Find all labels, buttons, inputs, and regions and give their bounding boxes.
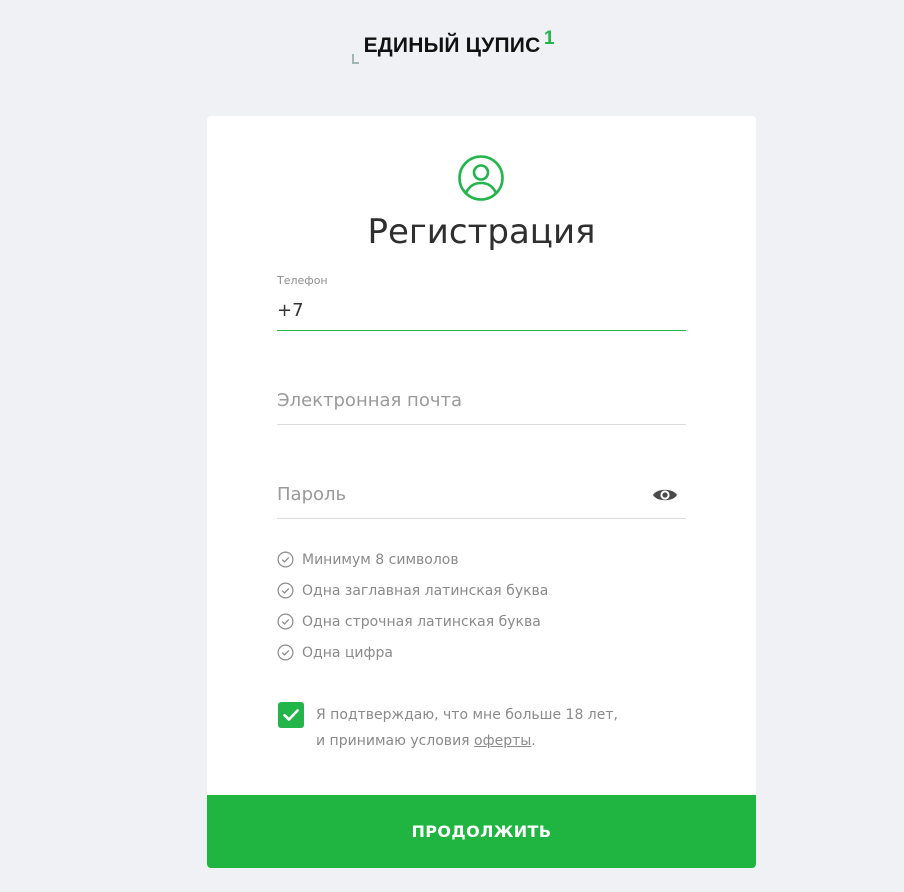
- agreement-line-2-suffix: .: [531, 733, 536, 749]
- password-field-group: [277, 478, 686, 520]
- registration-card: Регистрация Телефон +7 Электронная почта…: [207, 116, 756, 868]
- agreement-line-2-prefix: и принимаю условия: [316, 733, 475, 749]
- password-rule: Одна строчная латинская буква: [277, 606, 548, 637]
- check-circle-icon: [277, 582, 294, 599]
- password-underline: [277, 518, 686, 519]
- check-circle-icon: [277, 613, 294, 630]
- email-field-group: [277, 384, 686, 426]
- email-input[interactable]: [277, 386, 686, 414]
- password-rule-text: Минимум 8 символов: [302, 551, 459, 568]
- agreement-line-2: и принимаю условия оферты.: [316, 728, 618, 754]
- agreement-line-1: Я подтверждаю, что мне больше 18 лет,: [316, 707, 618, 723]
- password-rule: Одна заглавная латинская буква: [277, 575, 548, 606]
- offer-link[interactable]: оферты: [474, 733, 531, 749]
- checkmark-icon: [283, 709, 299, 721]
- registration-page: ЕДИНЫЙ ЦУПИС 1 Регистрация Телефон +7 Эл…: [0, 0, 904, 892]
- page-title: Регистрация: [367, 212, 596, 252]
- agreement-text: Я подтверждаю, что мне больше 18 лет, и …: [316, 702, 618, 754]
- logo: ЕДИНЫЙ ЦУПИС 1: [0, 28, 904, 74]
- check-circle-icon: [277, 551, 294, 568]
- logo-superscript: 1: [543, 28, 555, 49]
- continue-button[interactable]: ПРОДОЛЖИТЬ: [207, 795, 756, 868]
- password-rule: Минимум 8 символов: [277, 544, 548, 575]
- logo-bracket-icon: [351, 54, 359, 64]
- password-rule: Одна цифра: [277, 637, 548, 668]
- user-circle-icon: [458, 155, 504, 201]
- logo-mark: ЕДИНЫЙ ЦУПИС 1: [351, 28, 554, 64]
- eye-icon[interactable]: [652, 486, 678, 504]
- logo-text: ЕДИНЫЙ ЦУПИС: [363, 34, 541, 57]
- password-input[interactable]: [277, 480, 637, 508]
- email-underline: [277, 424, 686, 425]
- password-rule-text: Одна цифра: [302, 644, 393, 661]
- agreement-checkbox[interactable]: [278, 702, 304, 728]
- phone-underline: [277, 330, 686, 331]
- password-rules: Минимум 8 символов Одна заглавная латинс…: [277, 544, 548, 668]
- password-rule-text: Одна заглавная латинская буква: [302, 582, 549, 599]
- phone-field-group: Телефон: [277, 274, 686, 332]
- password-rule-text: Одна строчная латинская буква: [302, 613, 541, 630]
- check-circle-icon: [277, 644, 294, 661]
- phone-input[interactable]: [277, 297, 686, 323]
- phone-label: Телефон: [277, 274, 328, 287]
